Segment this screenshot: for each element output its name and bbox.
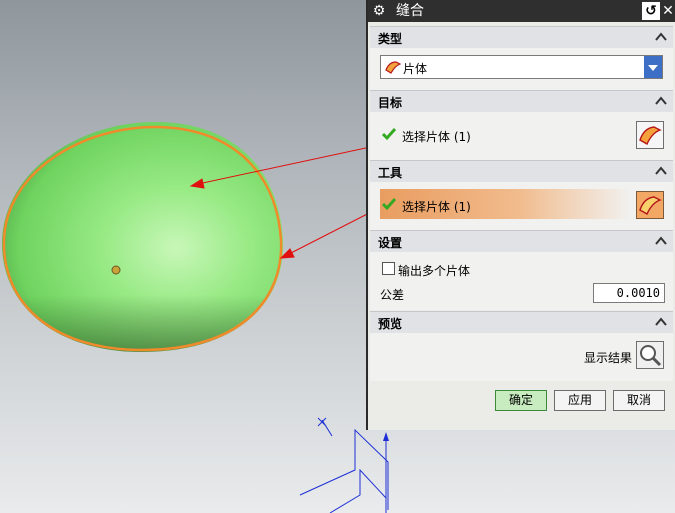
checkmark-icon — [382, 198, 396, 211]
tool-pick-button[interactable] — [636, 191, 664, 219]
show-result-label: 显示结果 — [584, 351, 633, 365]
csys-arrowhead — [383, 432, 389, 441]
section-type-header[interactable]: 类型 — [370, 26, 673, 48]
origin-point — [111, 265, 121, 275]
section-settings-header[interactable]: 设置 — [370, 230, 673, 252]
ok-button[interactable]: 确定 — [495, 390, 547, 411]
gear-icon[interactable]: ⚙ — [370, 2, 388, 20]
csys-triad — [299, 417, 389, 513]
section-tool-label: 工具 — [378, 166, 403, 180]
section-type-label: 类型 — [378, 32, 403, 46]
section-target-label: 目标 — [378, 96, 403, 110]
tool-select-row[interactable]: 选择片体 (1) — [380, 192, 630, 218]
multi-output-checkbox[interactable] — [382, 262, 395, 275]
target-select-text: 选择片体 (1) — [402, 130, 471, 144]
collapse-caret-icon[interactable] — [653, 93, 669, 109]
multi-output-label: 输出多个片体 — [398, 264, 471, 278]
section-settings-label: 设置 — [378, 236, 403, 250]
show-result-button[interactable] — [636, 341, 664, 369]
target-select-row[interactable]: 选择片体 (1) — [380, 122, 630, 148]
section-preview-header[interactable]: 预览 — [370, 311, 673, 333]
tolerance-label: 公差 — [380, 288, 405, 302]
sheet-body-icon — [639, 196, 662, 215]
dialog-titlebar: ⚙ 缝合 ↺ ✕ — [368, 0, 675, 22]
collapse-caret-icon[interactable] — [653, 29, 669, 45]
target-pick-button[interactable] — [636, 121, 664, 149]
checkmark-icon — [382, 128, 396, 141]
section-target-header[interactable]: 目标 — [370, 90, 673, 112]
sheet-body-icon — [385, 61, 401, 74]
tool-select-text: 选择片体 (1) — [402, 200, 471, 214]
magnifier-icon — [640, 345, 662, 367]
dialog-title: 缝合 — [396, 3, 424, 19]
sheet-body-icon — [639, 126, 662, 145]
tolerance-input[interactable]: 0.0010 — [593, 283, 665, 303]
dome-sheet-body[interactable] — [1, 122, 284, 352]
cancel-button[interactable]: 取消 — [613, 390, 665, 411]
collapse-caret-icon[interactable] — [653, 314, 669, 330]
collapse-caret-icon[interactable] — [653, 163, 669, 179]
close-icon[interactable]: ✕ — [661, 2, 675, 20]
type-dropdown-value: 片体 — [403, 62, 428, 76]
chevron-down-icon[interactable] — [644, 56, 662, 78]
apply-button[interactable]: 应用 — [554, 390, 606, 411]
type-dropdown[interactable]: 片体 — [380, 55, 663, 79]
collapse-caret-icon[interactable] — [653, 233, 669, 249]
section-tool-header[interactable]: 工具 — [370, 160, 673, 182]
reset-icon[interactable]: ↺ — [642, 2, 660, 20]
section-preview-label: 预览 — [378, 317, 403, 331]
